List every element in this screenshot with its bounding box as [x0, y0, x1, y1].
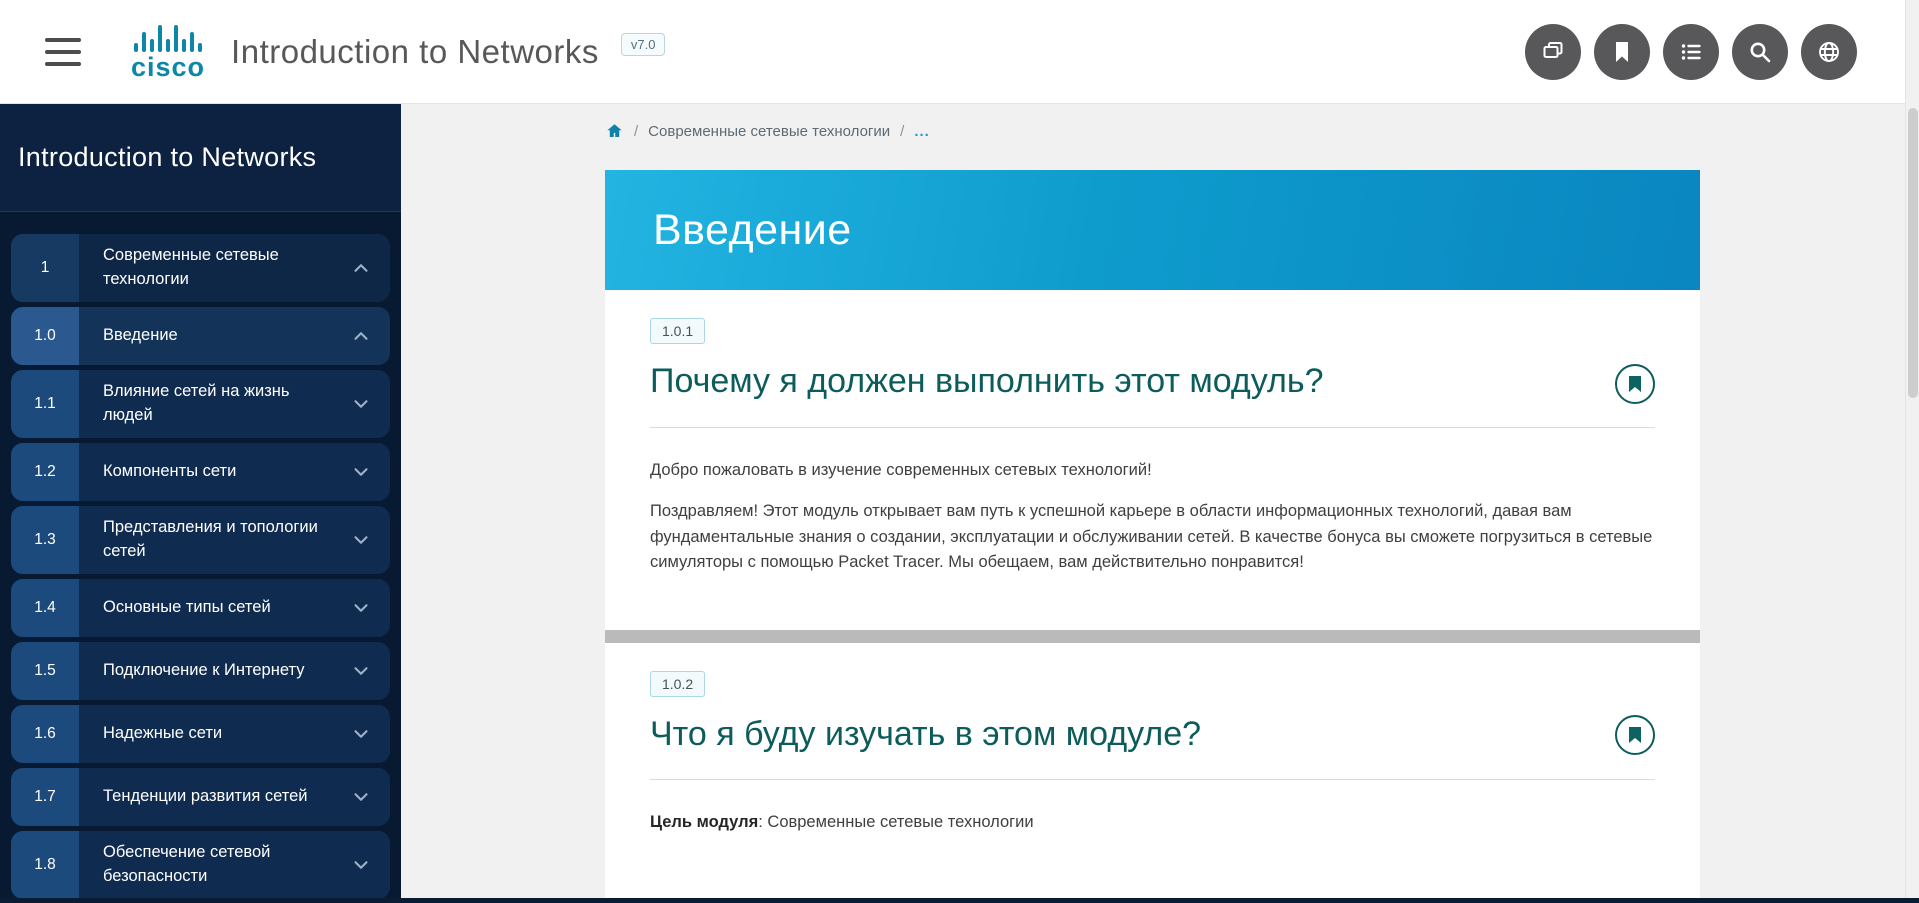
section-bookmark-button[interactable]	[1615, 715, 1655, 755]
section-paragraph: Поздравляем! Этот модуль открывает вам п…	[650, 499, 1655, 576]
section-title: Почему я должен выполнить этот модуль?	[650, 360, 1655, 403]
banner-title: Введение	[653, 206, 852, 255]
chevron-down-icon	[350, 723, 372, 745]
sidebar-item-1-6[interactable]: 1.6 Надежные сети	[11, 705, 390, 763]
chevron-down-icon	[350, 660, 372, 682]
search-icon	[1746, 38, 1774, 66]
cisco-logo: cisco	[131, 22, 205, 81]
section-1-0-2: 1.0.2 Что я буду изучать в этом модуле? …	[605, 643, 1700, 836]
chevron-down-icon	[350, 393, 372, 415]
sidebar-item-1-8[interactable]: 1.8 Обеспечение сетевой безопасности	[11, 831, 390, 899]
module-goal-text: : Современные сетевые технологии	[758, 813, 1033, 831]
sidebar-item-1-7[interactable]: 1.7 Тенденции развития сетей	[11, 768, 390, 826]
chevron-up-icon	[350, 257, 372, 279]
section-number: 1.4	[11, 579, 79, 637]
sidebar-item-1-2[interactable]: 1.2 Компоненты сети	[11, 443, 390, 501]
section-1-0-1: 1.0.1 Почему я должен выполнить этот мод…	[605, 290, 1700, 576]
menu-icon[interactable]	[45, 38, 81, 66]
sidebar-item-1-3[interactable]: 1.3 Представления и топологии сетей	[11, 506, 390, 574]
section-number: 1.5	[11, 642, 79, 700]
globe-icon	[1815, 38, 1843, 66]
section-number: 1.3	[11, 506, 79, 574]
chevron-down-icon	[350, 597, 372, 619]
section-separator-bar	[605, 630, 1700, 643]
chevron-down-icon	[350, 854, 372, 876]
app-header: cisco Introduction to Networks v7.0	[0, 0, 1919, 104]
scrollbar-thumb[interactable]	[1908, 108, 1918, 398]
section-number: 1.0	[11, 307, 79, 365]
header-actions	[1525, 24, 1857, 80]
cisco-logo-bars-icon	[134, 22, 202, 52]
breadcrumb-ellipsis-link[interactable]: ...	[914, 123, 930, 140]
chevron-up-icon	[350, 325, 372, 347]
list-icon	[1677, 38, 1705, 66]
module-goal-label: Цель модуля	[650, 813, 758, 831]
course-title: Introduction to Networks	[231, 33, 599, 71]
sidebar-item-1-0[interactable]: 1.0 Введение	[11, 307, 390, 365]
index-button[interactable]	[1663, 24, 1719, 80]
bookmark-outline-icon	[1628, 375, 1642, 393]
chevron-down-icon	[350, 529, 372, 551]
lesson-card: Введение 1.0.1 Почему я должен выполнить…	[605, 170, 1700, 903]
sidebar-item-1[interactable]: 1 Современные сетевые технологии	[11, 234, 390, 302]
sidebar-item-1-1[interactable]: 1.1 Влияние сетей на жизнь людей	[11, 370, 390, 438]
course-sidebar: Introduction to Networks 1 Современные с…	[0, 104, 401, 903]
section-bookmark-button[interactable]	[1615, 364, 1655, 404]
breadcrumb-separator: /	[634, 123, 638, 140]
module-nav: 1 Современные сетевые технологии 1.0 Вве…	[0, 212, 401, 899]
content-area: / Современные сетевые технологии / ... В…	[401, 104, 1919, 903]
section-paragraph: Добро пожаловать в изучение современных …	[650, 458, 1655, 484]
page-scrollbar[interactable]	[1905, 0, 1919, 903]
version-badge: v7.0	[621, 33, 666, 56]
breadcrumb: / Современные сетевые технологии / ...	[605, 122, 930, 140]
sidebar-header: Introduction to Networks	[0, 104, 401, 212]
breadcrumb-module-link[interactable]: Современные сетевые технологии	[648, 123, 890, 140]
breadcrumb-separator: /	[900, 123, 904, 140]
section-badge: 1.0.2	[650, 671, 705, 697]
section-badge: 1.0.1	[650, 318, 705, 344]
home-icon[interactable]	[605, 122, 624, 140]
chevron-down-icon	[350, 461, 372, 483]
pages-button[interactable]	[1525, 24, 1581, 80]
section-number: 1	[11, 234, 79, 302]
section-number: 1.7	[11, 768, 79, 826]
search-button[interactable]	[1732, 24, 1788, 80]
bottom-edge-strip	[0, 898, 1919, 903]
bookmarks-button[interactable]	[1594, 24, 1650, 80]
module-goal: Цель модуля: Современные сетевые техноло…	[650, 810, 1655, 836]
section-title: Что я буду изучать в этом модуле?	[650, 713, 1655, 756]
bookmark-outline-icon	[1628, 726, 1642, 744]
module-banner: Введение	[605, 170, 1700, 290]
sidebar-item-1-4[interactable]: 1.4 Основные типы сетей	[11, 579, 390, 637]
bookmark-icon	[1608, 38, 1636, 66]
language-button[interactable]	[1801, 24, 1857, 80]
sidebar-course-title: Introduction to Networks	[18, 142, 316, 173]
section-number: 1.6	[11, 705, 79, 763]
section-number: 1.1	[11, 370, 79, 438]
section-number: 1.2	[11, 443, 79, 501]
pages-icon	[1539, 38, 1567, 66]
chevron-down-icon	[350, 786, 372, 808]
cisco-logo-text: cisco	[131, 54, 205, 81]
sidebar-item-1-5[interactable]: 1.5 Подключение к Интернету	[11, 642, 390, 700]
section-number: 1.8	[11, 831, 79, 899]
